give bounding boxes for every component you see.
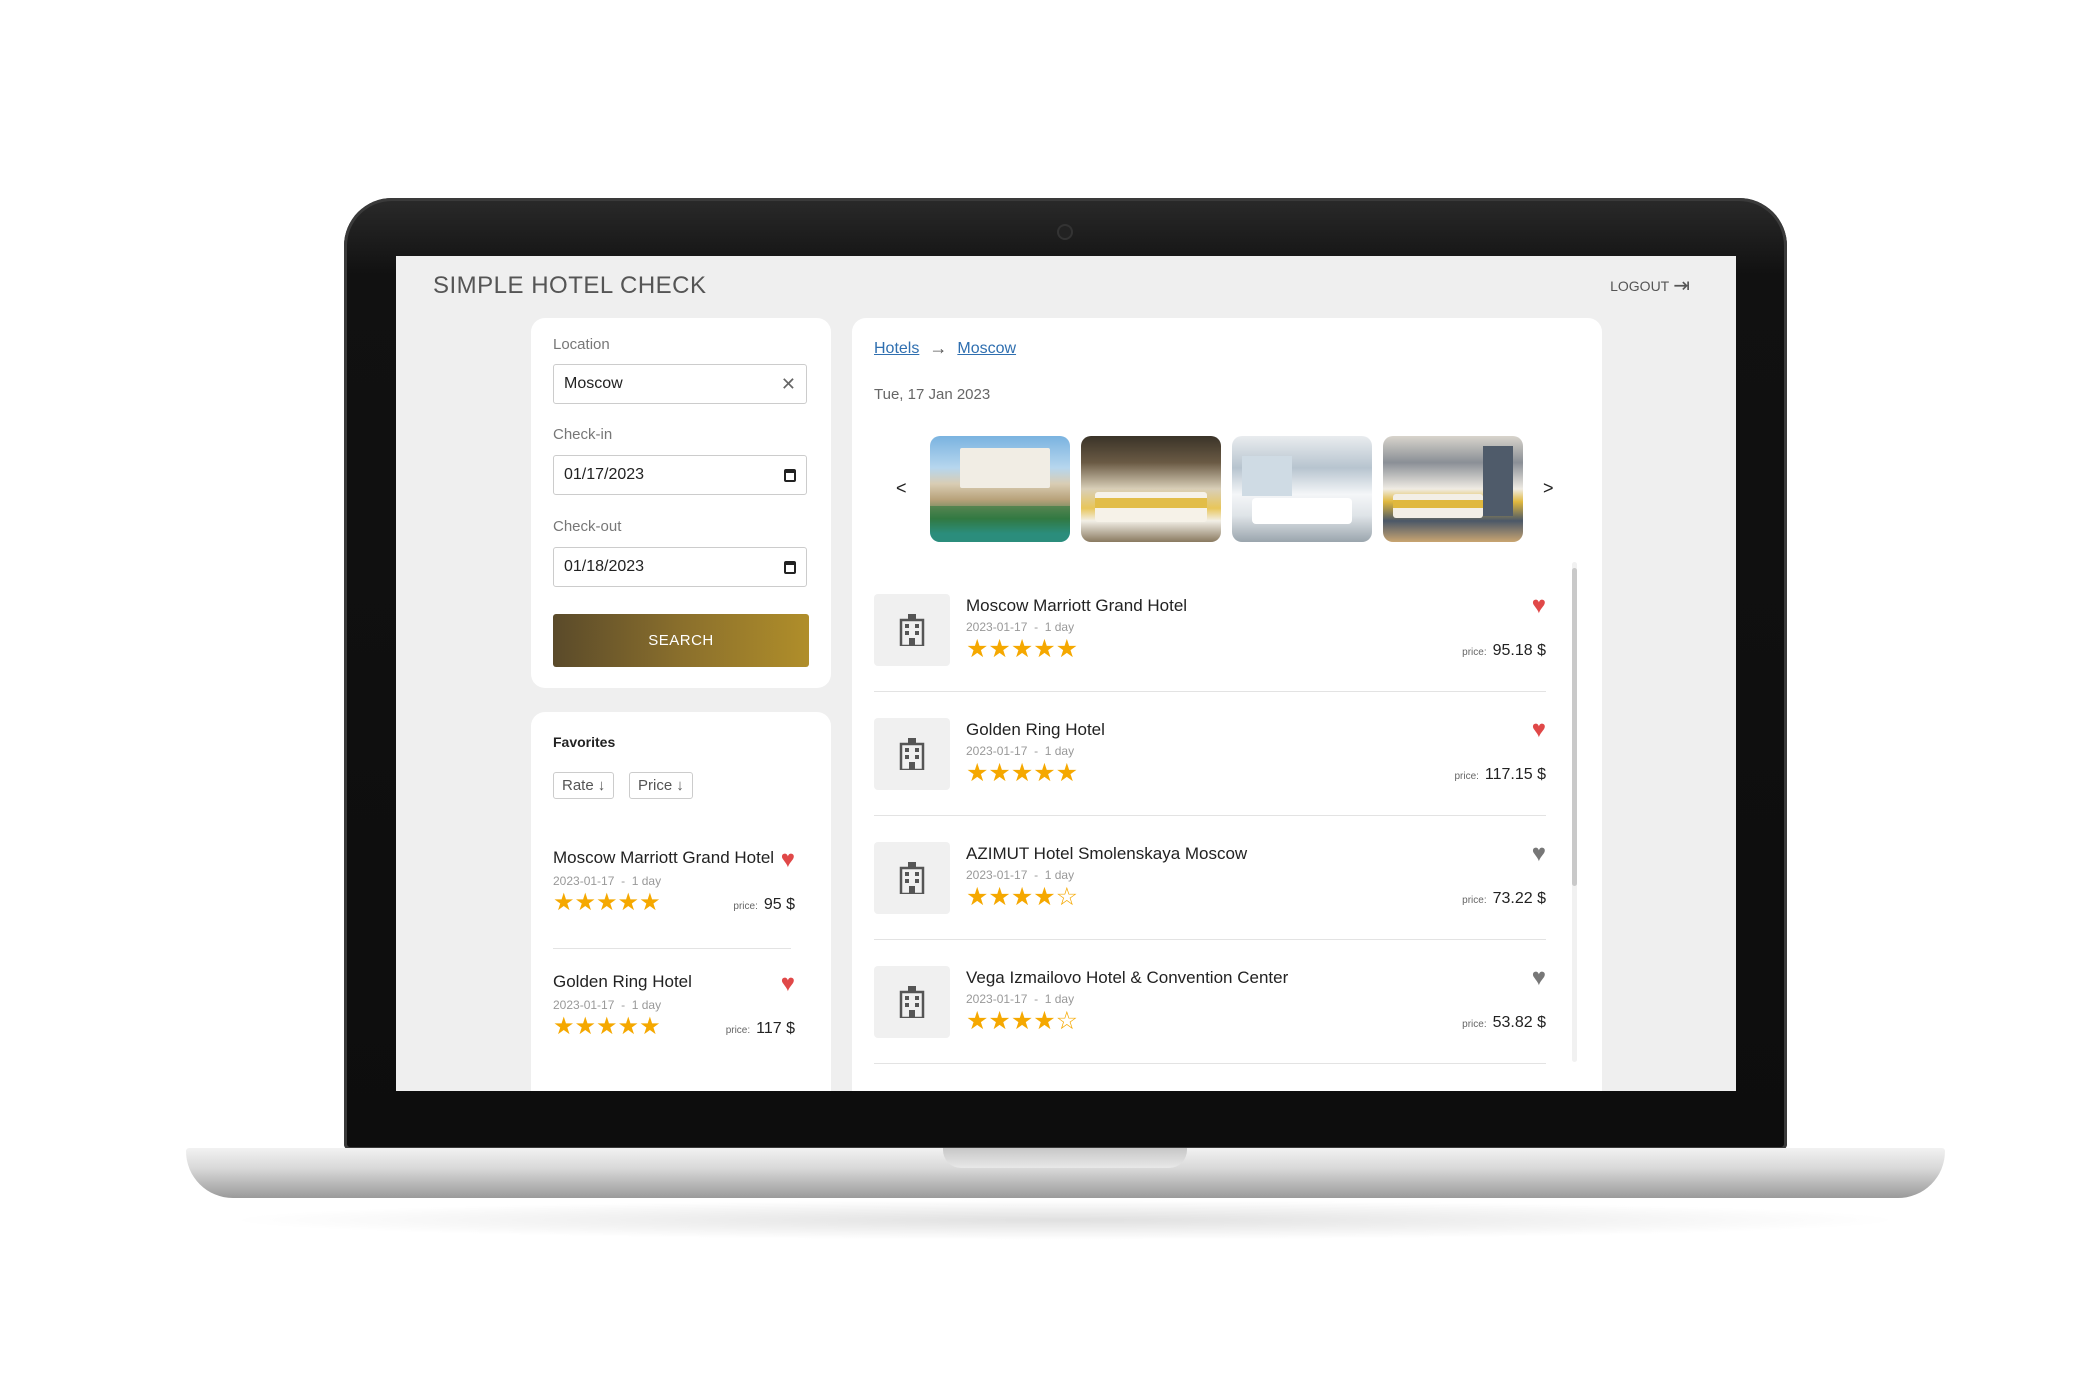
- sort-rate-button[interactable]: Rate ↓: [553, 772, 615, 799]
- arrow-down-icon: ↓: [676, 777, 684, 794]
- checkout-input[interactable]: 01/18/2023: [553, 547, 807, 587]
- location-label: Location: [553, 336, 610, 353]
- hotel-row[interactable]: Golden Ring Hotel 2023-01-17 - 1 day ★★★…: [874, 692, 1546, 804]
- heart-icon[interactable]: ♥: [1532, 716, 1546, 744]
- hotel-price: price: 73.22 $: [1462, 890, 1546, 907]
- star-rating: ★★★★☆: [966, 1007, 1079, 1035]
- hotel-row[interactable]: AZIMUT Hotel Smolenskaya Moscow 2023-01-…: [874, 816, 1546, 928]
- close-icon[interactable]: ✕: [781, 374, 796, 395]
- logout-icon: ⇥: [1673, 275, 1690, 297]
- app-title: SIMPLE HOTEL CHECK: [433, 272, 707, 299]
- hotel-meta: 2023-01-17 - 1 day: [966, 992, 1075, 1006]
- divider: [874, 1063, 1546, 1064]
- favorites-panel: Favorites Rate ↓ Price ↓ Moscow Marriott…: [531, 712, 831, 1091]
- search-date: Tue, 17 Jan 2023: [874, 386, 991, 403]
- heart-icon[interactable]: ♥: [1532, 964, 1546, 992]
- breadcrumb-hotels-link[interactable]: Hotels: [874, 340, 919, 358]
- hotel-name: Vega Izmailovo Hotel & Convention Center: [966, 968, 1289, 987]
- divider: [553, 948, 791, 949]
- favorite-item[interactable]: Golden Ring Hotel 2023-01-17 - 1 day ★★★…: [553, 970, 809, 1072]
- building-icon: [874, 966, 950, 1038]
- building-icon: [874, 842, 950, 914]
- favorite-price: price: 117 $: [725, 1020, 795, 1037]
- hotel-photo[interactable]: [930, 436, 1070, 542]
- scrollbar-thumb[interactable]: [1572, 568, 1577, 886]
- hotel-price: price: 53.82 $: [1462, 1014, 1546, 1031]
- breadcrumb: Hotels → Moscow: [874, 338, 1016, 359]
- hotel-name: Moscow Marriott Grand Hotel: [966, 596, 1188, 615]
- checkout-label: Check-out: [553, 518, 622, 535]
- building-icon: [874, 594, 950, 666]
- hotel-photo[interactable]: [1081, 436, 1221, 542]
- star-rating: ★★★★★: [966, 759, 1079, 787]
- search-button[interactable]: SEARCH: [553, 614, 809, 667]
- hotel-meta: 2023-01-17 - 1 day: [966, 744, 1075, 758]
- hotel-price: price: 117.15 $: [1454, 766, 1546, 783]
- app-screen: SIMPLE HOTEL CHECK LOGOUT ⇥ Location Mos…: [396, 256, 1736, 1091]
- logout-button[interactable]: LOGOUT ⇥: [1610, 275, 1690, 297]
- heart-icon[interactable]: ♥: [781, 970, 795, 998]
- calendar-icon[interactable]: [784, 560, 796, 574]
- star-rating: ★★★★★: [966, 635, 1079, 663]
- favorite-name: Moscow Marriott Grand Hotel: [553, 848, 775, 867]
- sort-price-button[interactable]: Price ↓: [629, 772, 693, 799]
- laptop-notch: [943, 1148, 1187, 1168]
- heart-icon[interactable]: ♥: [1532, 840, 1546, 868]
- webcam: [1059, 226, 1071, 238]
- favorite-meta: 2023-01-17 - 1 day: [553, 998, 662, 1012]
- hotel-row[interactable]: Moscow Marriott Grand Hotel 2023-01-17 -…: [874, 568, 1546, 680]
- hotel-name: AZIMUT Hotel Smolenskaya Moscow: [966, 844, 1248, 863]
- hotel-row[interactable]: Vega Izmailovo Hotel & Convention Center…: [874, 940, 1546, 1052]
- checkin-value: 01/17/2023: [564, 466, 645, 483]
- favorite-meta: 2023-01-17 - 1 day: [553, 874, 662, 888]
- calendar-icon[interactable]: [784, 468, 796, 482]
- sort-price-label: Price: [638, 777, 673, 794]
- building-icon: [874, 718, 950, 790]
- heart-icon[interactable]: ♥: [781, 846, 795, 874]
- hotel-photo[interactable]: [1232, 436, 1372, 542]
- favorite-item[interactable]: Moscow Marriott Grand Hotel 2023-01-17 -…: [553, 846, 809, 948]
- hotel-meta: 2023-01-17 - 1 day: [966, 620, 1075, 634]
- hotel-photo[interactable]: [1383, 436, 1523, 542]
- sort-rate-label: Rate: [562, 777, 594, 794]
- hotel-price: price: 95.18 $: [1462, 642, 1546, 659]
- checkin-label: Check-in: [553, 426, 613, 443]
- star-rating: ★★★★☆: [966, 883, 1079, 911]
- breadcrumb-city-link[interactable]: Moscow: [957, 340, 1016, 358]
- location-input[interactable]: Moscow ✕: [553, 364, 807, 404]
- favorite-price: price: 95 $: [733, 896, 795, 913]
- favorites-title: Favorites: [553, 734, 616, 750]
- checkin-input[interactable]: 01/17/2023: [553, 455, 807, 495]
- laptop-shadow: [220, 1200, 1910, 1240]
- hotel-name: Golden Ring Hotel: [966, 720, 1105, 739]
- location-value: Moscow: [564, 375, 623, 392]
- checkout-value: 01/18/2023: [564, 558, 645, 575]
- star-rating: ★★★★★: [553, 1013, 661, 1040]
- carousel-prev-button[interactable]: <: [896, 478, 907, 499]
- favorite-name: Golden Ring Hotel: [553, 972, 692, 991]
- star-rating: ★★★★★: [553, 889, 661, 916]
- arrow-down-icon: ↓: [597, 777, 606, 794]
- results-panel: Hotels → Moscow Tue, 17 Jan 2023 < > Mos…: [852, 318, 1602, 1091]
- logout-label: LOGOUT: [1610, 278, 1670, 294]
- arrow-right-icon: →: [929, 338, 948, 358]
- heart-icon[interactable]: ♥: [1532, 592, 1546, 620]
- carousel-next-button[interactable]: >: [1543, 478, 1554, 499]
- search-panel: Location Moscow ✕ Check-in 01/17/2023 Ch…: [531, 318, 831, 688]
- hotel-meta: 2023-01-17 - 1 day: [966, 868, 1075, 882]
